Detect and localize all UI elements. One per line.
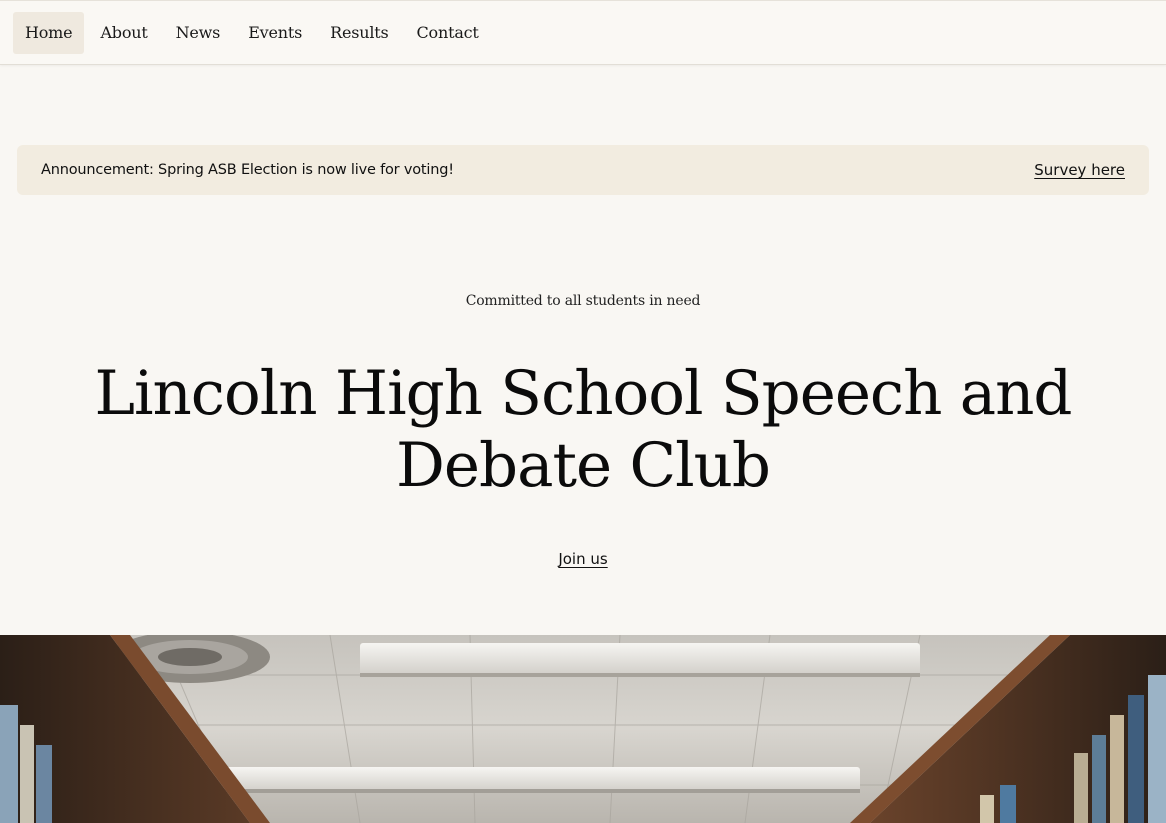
join-us-link[interactable]: Join us xyxy=(558,550,607,568)
join-section: Join us xyxy=(0,550,1166,569)
survey-link[interactable]: Survey here xyxy=(1034,161,1125,179)
announcement-text: Announcement: Spring ASB Election is now… xyxy=(41,162,454,178)
top-navigation: Home About News Events Results Contact xyxy=(0,0,1166,65)
library-photo-illustration xyxy=(0,635,1166,823)
nav-item-contact[interactable]: Contact xyxy=(405,12,491,54)
nav-item-results[interactable]: Results xyxy=(318,12,400,54)
hero-tagline: Committed to all students in need xyxy=(465,293,701,309)
nav-item-events[interactable]: Events xyxy=(236,12,314,54)
nav-item-about[interactable]: About xyxy=(88,12,159,54)
library-hero-image xyxy=(0,635,1166,823)
nav-item-news[interactable]: News xyxy=(164,12,233,54)
nav-item-home[interactable]: Home xyxy=(13,11,85,54)
page-title: Lincoln High School Speech and Debate Cl… xyxy=(94,358,1073,501)
announcement-banner: Announcement: Spring ASB Election is now… xyxy=(17,145,1149,195)
